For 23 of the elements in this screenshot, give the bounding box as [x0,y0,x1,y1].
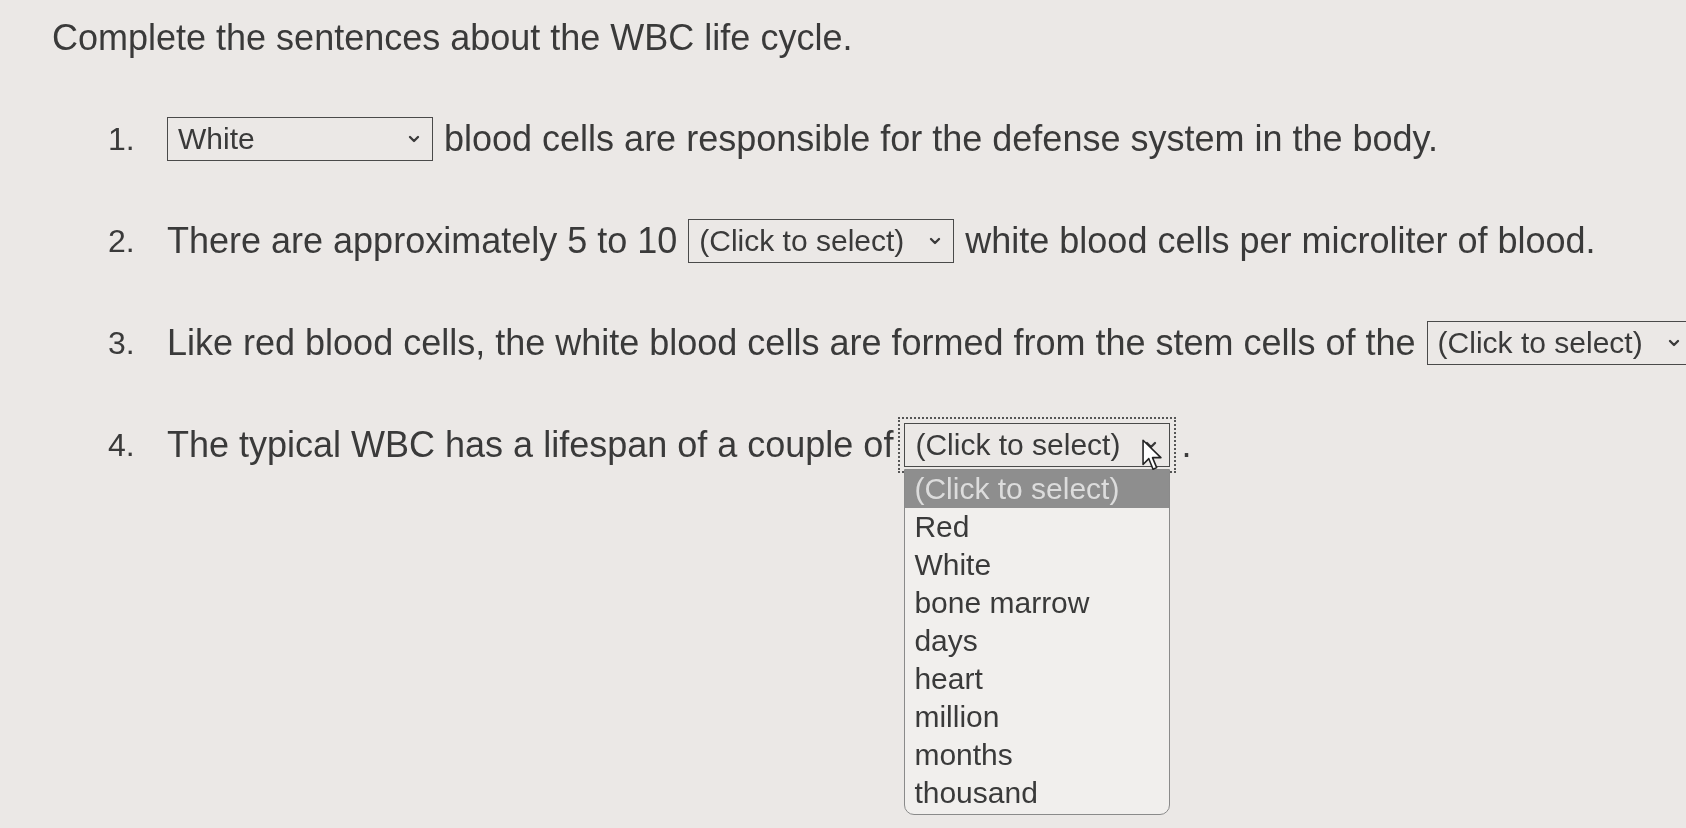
answer-dropdown[interactable]: White [167,117,433,161]
dropdown-option[interactable]: bone marrow [905,584,1170,622]
dropdown-option[interactable]: thousand [905,774,1170,812]
sentence-text: . [1181,427,1192,463]
dropdown-option[interactable]: million [905,698,1170,736]
question-number: 1. [108,123,136,155]
dropdown-option[interactable]: heart [905,660,1170,698]
mouse-pointer-icon [1142,439,1164,471]
sentence-text: Like red blood cells, the white blood cells are formed from the stem cells of the [167,325,1416,361]
sentence-text: There are approximately 5 to 10 [167,223,678,259]
question-number: 3. [108,327,136,359]
dropdown-option[interactable]: months [905,736,1170,774]
question-number: 4. [108,429,136,461]
instructions-heading: Complete the sentences about the WBC life cycle. [52,18,853,58]
dropdown-option[interactable]: White [905,546,1170,584]
answer-dropdown[interactable]: (Click to select) [1426,321,1686,365]
answer-dropdown[interactable]: (Click to select) [688,219,955,263]
sentence-text: The typical WBC has a lifespan of a couple of [167,427,894,463]
dropdown-option[interactable]: Red [905,508,1170,546]
sentence-text: blood cells are responsible for the defense system in the body. [444,121,1438,157]
question-number: 2. [108,225,136,257]
dropdown-option[interactable]: days [905,622,1170,660]
sentence-text: white blood cells per microliter of blood. [965,223,1596,259]
